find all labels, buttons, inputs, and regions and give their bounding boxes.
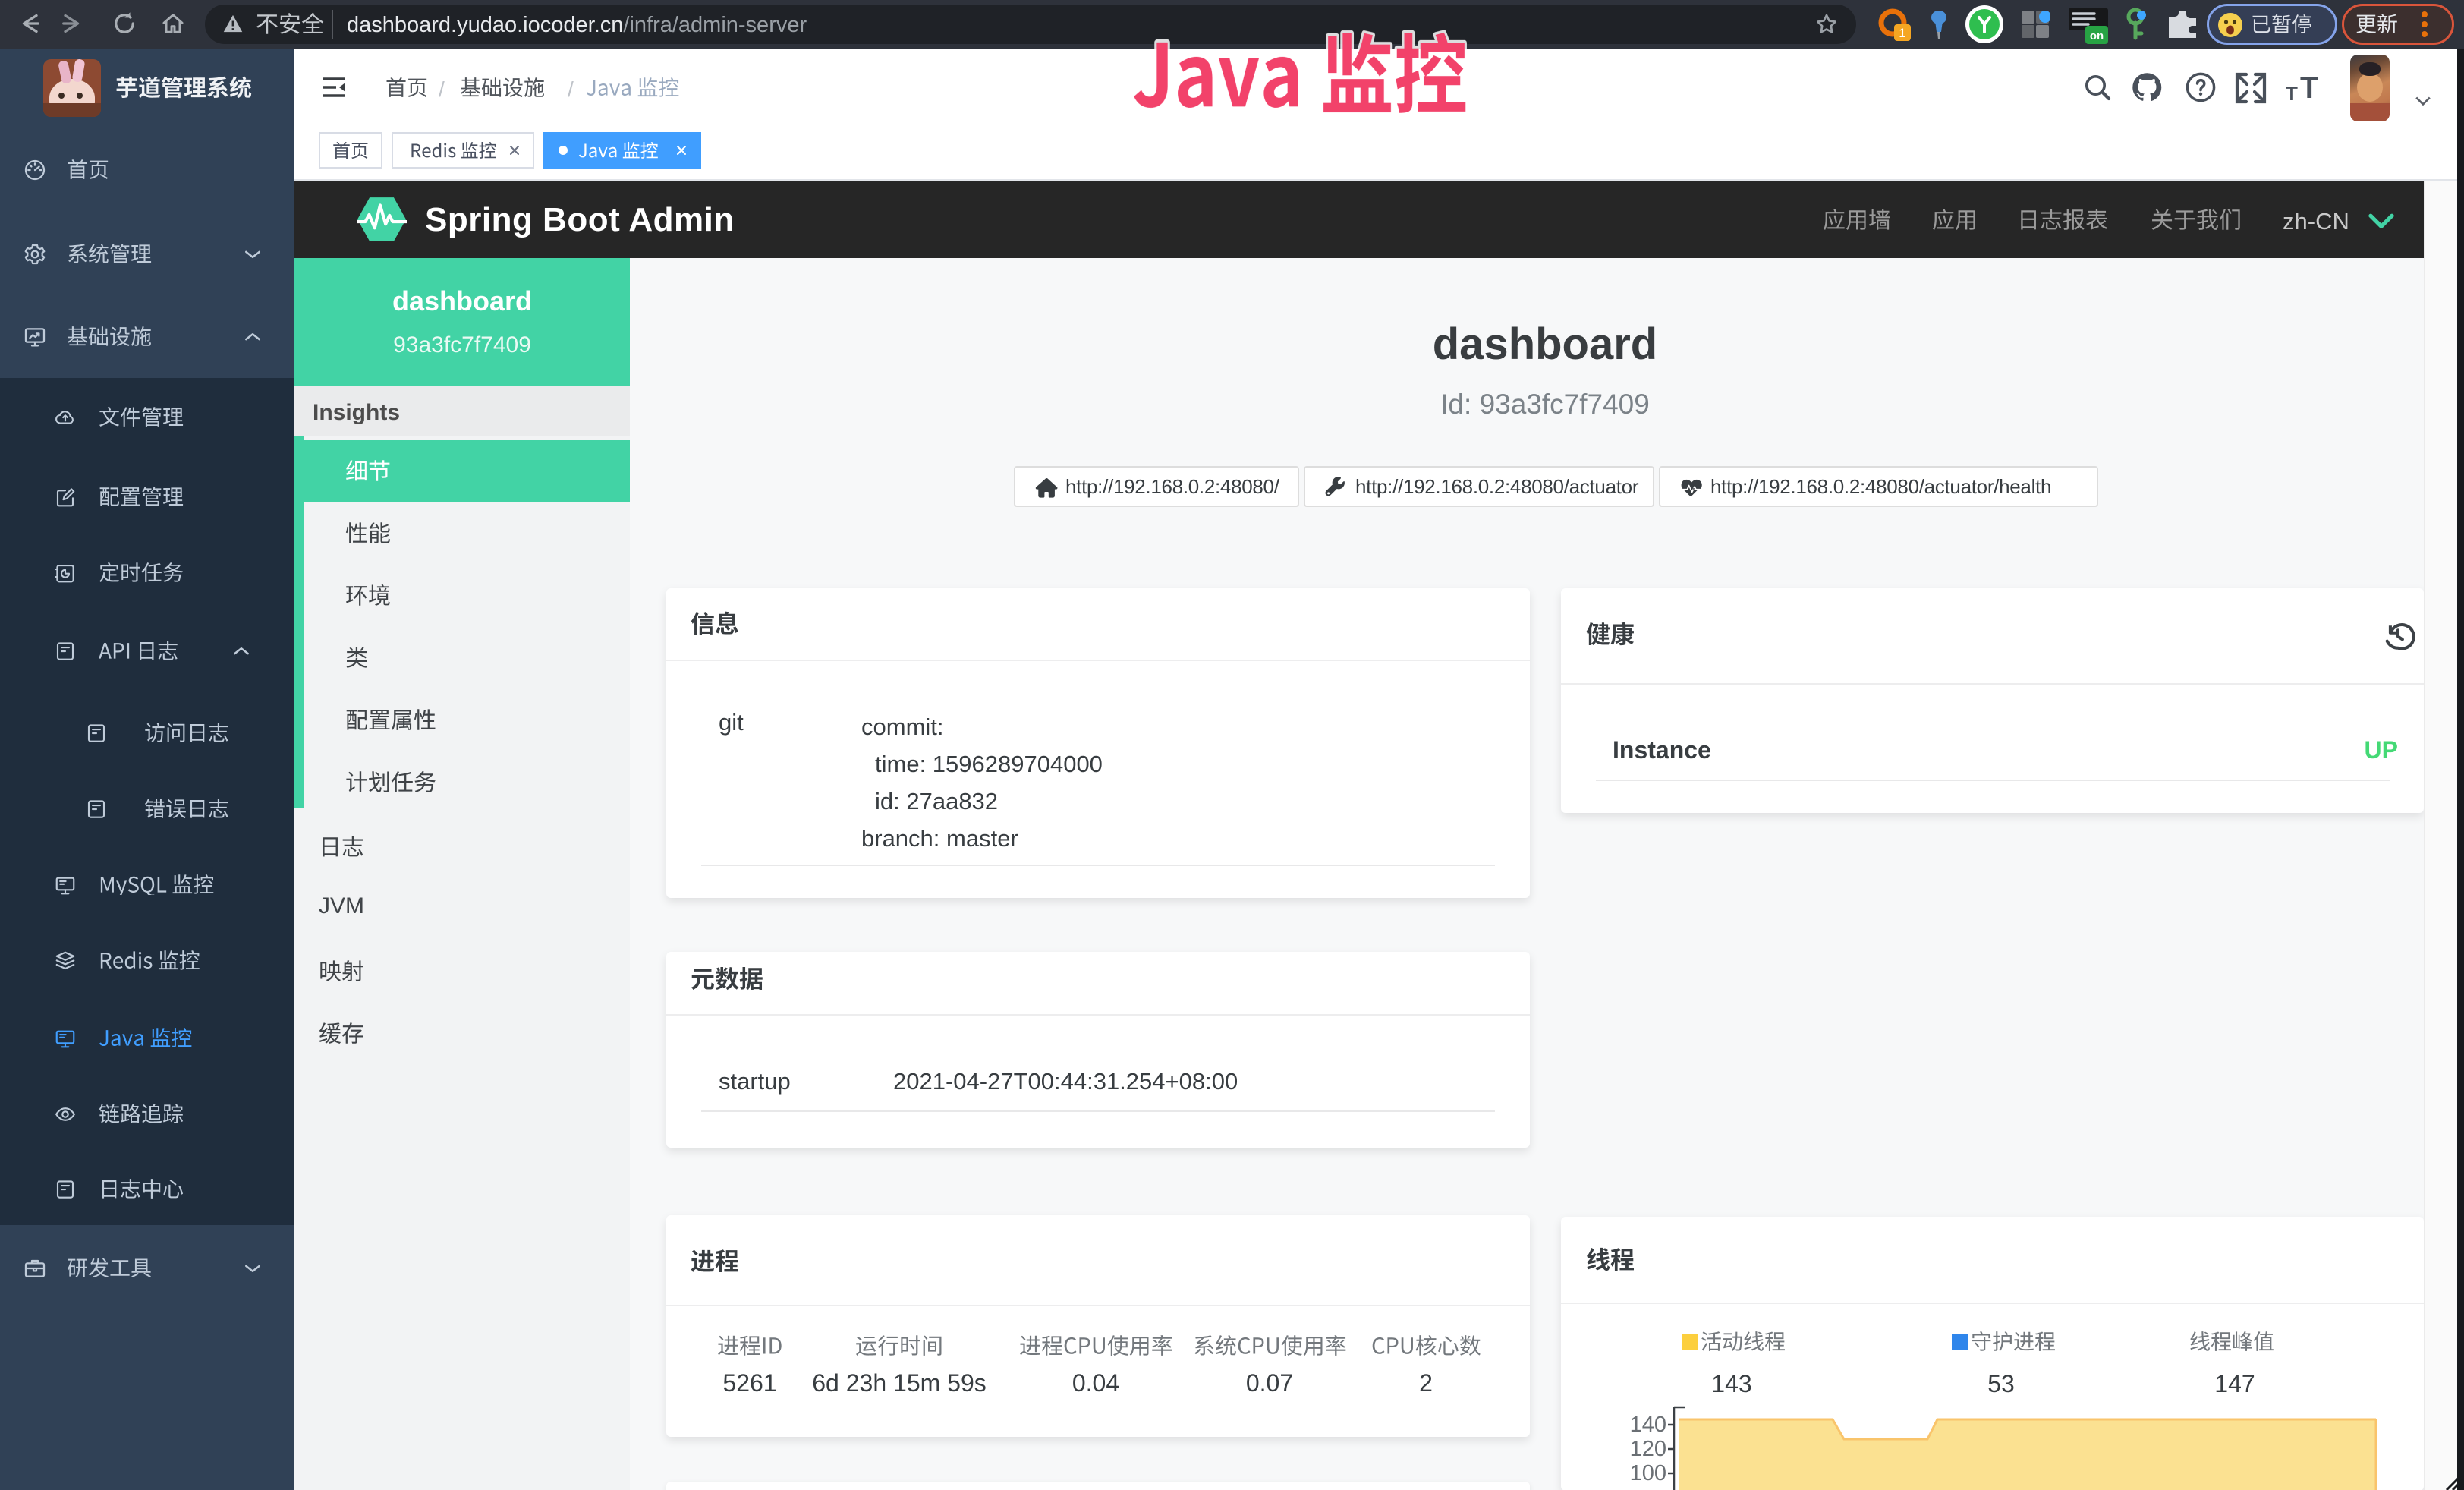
svg-text:on: on [2090,30,2104,43]
svg-text:1: 1 [1899,26,1905,40]
